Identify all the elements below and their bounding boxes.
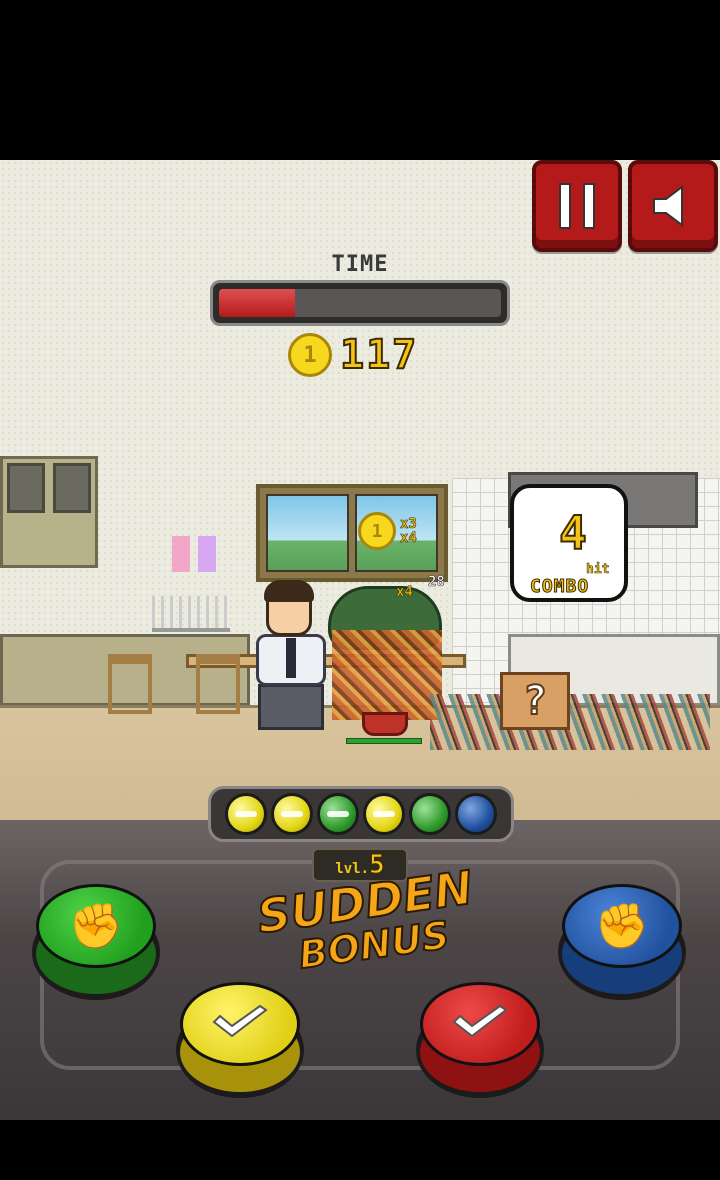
time-track	[219, 289, 501, 317]
coin-popup: 1 x3 x4	[358, 512, 417, 550]
cabinet-window	[7, 463, 45, 513]
coin-icon: 1	[288, 333, 332, 377]
sequence-orb-blue	[455, 793, 497, 835]
dish-rack	[152, 596, 230, 632]
button-sequence-bar	[208, 786, 514, 842]
pause-button[interactable]	[532, 160, 622, 252]
mystery-box: ?	[500, 672, 570, 730]
time-fill	[219, 289, 296, 317]
multiplier-label: x3	[400, 516, 417, 532]
time-bar	[210, 280, 510, 326]
speaker-icon	[653, 185, 683, 227]
towel	[172, 536, 190, 572]
cabinet-window	[53, 463, 91, 513]
chop-hand-icon	[212, 1004, 268, 1038]
sequence-orb-green	[409, 793, 451, 835]
red-chop-button[interactable]	[416, 982, 544, 1100]
game-viewport: TIME 1 117 1 x3 x4 x4 28 ? 4 hit COMBO l…	[0, 160, 720, 1120]
coin-icon: 1	[358, 512, 396, 550]
yellow-chop-button[interactable]	[176, 982, 304, 1100]
cleared-mark-icon	[373, 811, 395, 817]
sequence-orb-green	[317, 793, 359, 835]
combo-count: 4	[558, 505, 588, 561]
green-punch-button[interactable]: ✊	[32, 884, 160, 1002]
towel	[198, 536, 216, 572]
multiplier-label: 28	[428, 574, 445, 591]
window-pane	[266, 494, 349, 572]
coin-counter: 1 117	[288, 331, 419, 379]
screen: TIME 1 117 1 x3 x4 x4 28 ? 4 hit COMBO l…	[0, 0, 720, 1180]
fist-icon: ✊	[68, 901, 124, 952]
combo-label: COMBO	[530, 576, 590, 598]
cleared-mark-icon	[281, 811, 303, 817]
fist-icon: ✊	[594, 901, 650, 952]
combo-hit-label: hit	[586, 562, 610, 578]
cleared-mark-icon	[327, 811, 349, 817]
time-label: TIME	[331, 252, 389, 277]
sequence-orb-yellow	[271, 793, 313, 835]
multiplier-label: x4	[400, 530, 417, 546]
blue-punch-button[interactable]: ✊	[558, 884, 686, 1002]
wall-cabinet	[0, 456, 98, 568]
sound-button[interactable]	[628, 160, 718, 252]
chair	[196, 654, 240, 714]
debris-pile	[430, 694, 710, 750]
player-character	[252, 580, 332, 734]
combo-bubble: 4 hit COMBO	[510, 484, 628, 602]
multiplier-label: x4	[396, 584, 413, 601]
sequence-orb-yellow	[363, 793, 405, 835]
chair	[108, 654, 152, 714]
enemy-health-bar	[346, 738, 422, 744]
kitchen-window	[256, 484, 448, 582]
chop-hand-icon	[452, 1004, 508, 1038]
pause-icon	[553, 183, 601, 229]
sequence-orb-yellow	[225, 793, 267, 835]
coin-count: 117	[339, 331, 419, 379]
cleared-mark-icon	[235, 811, 257, 817]
